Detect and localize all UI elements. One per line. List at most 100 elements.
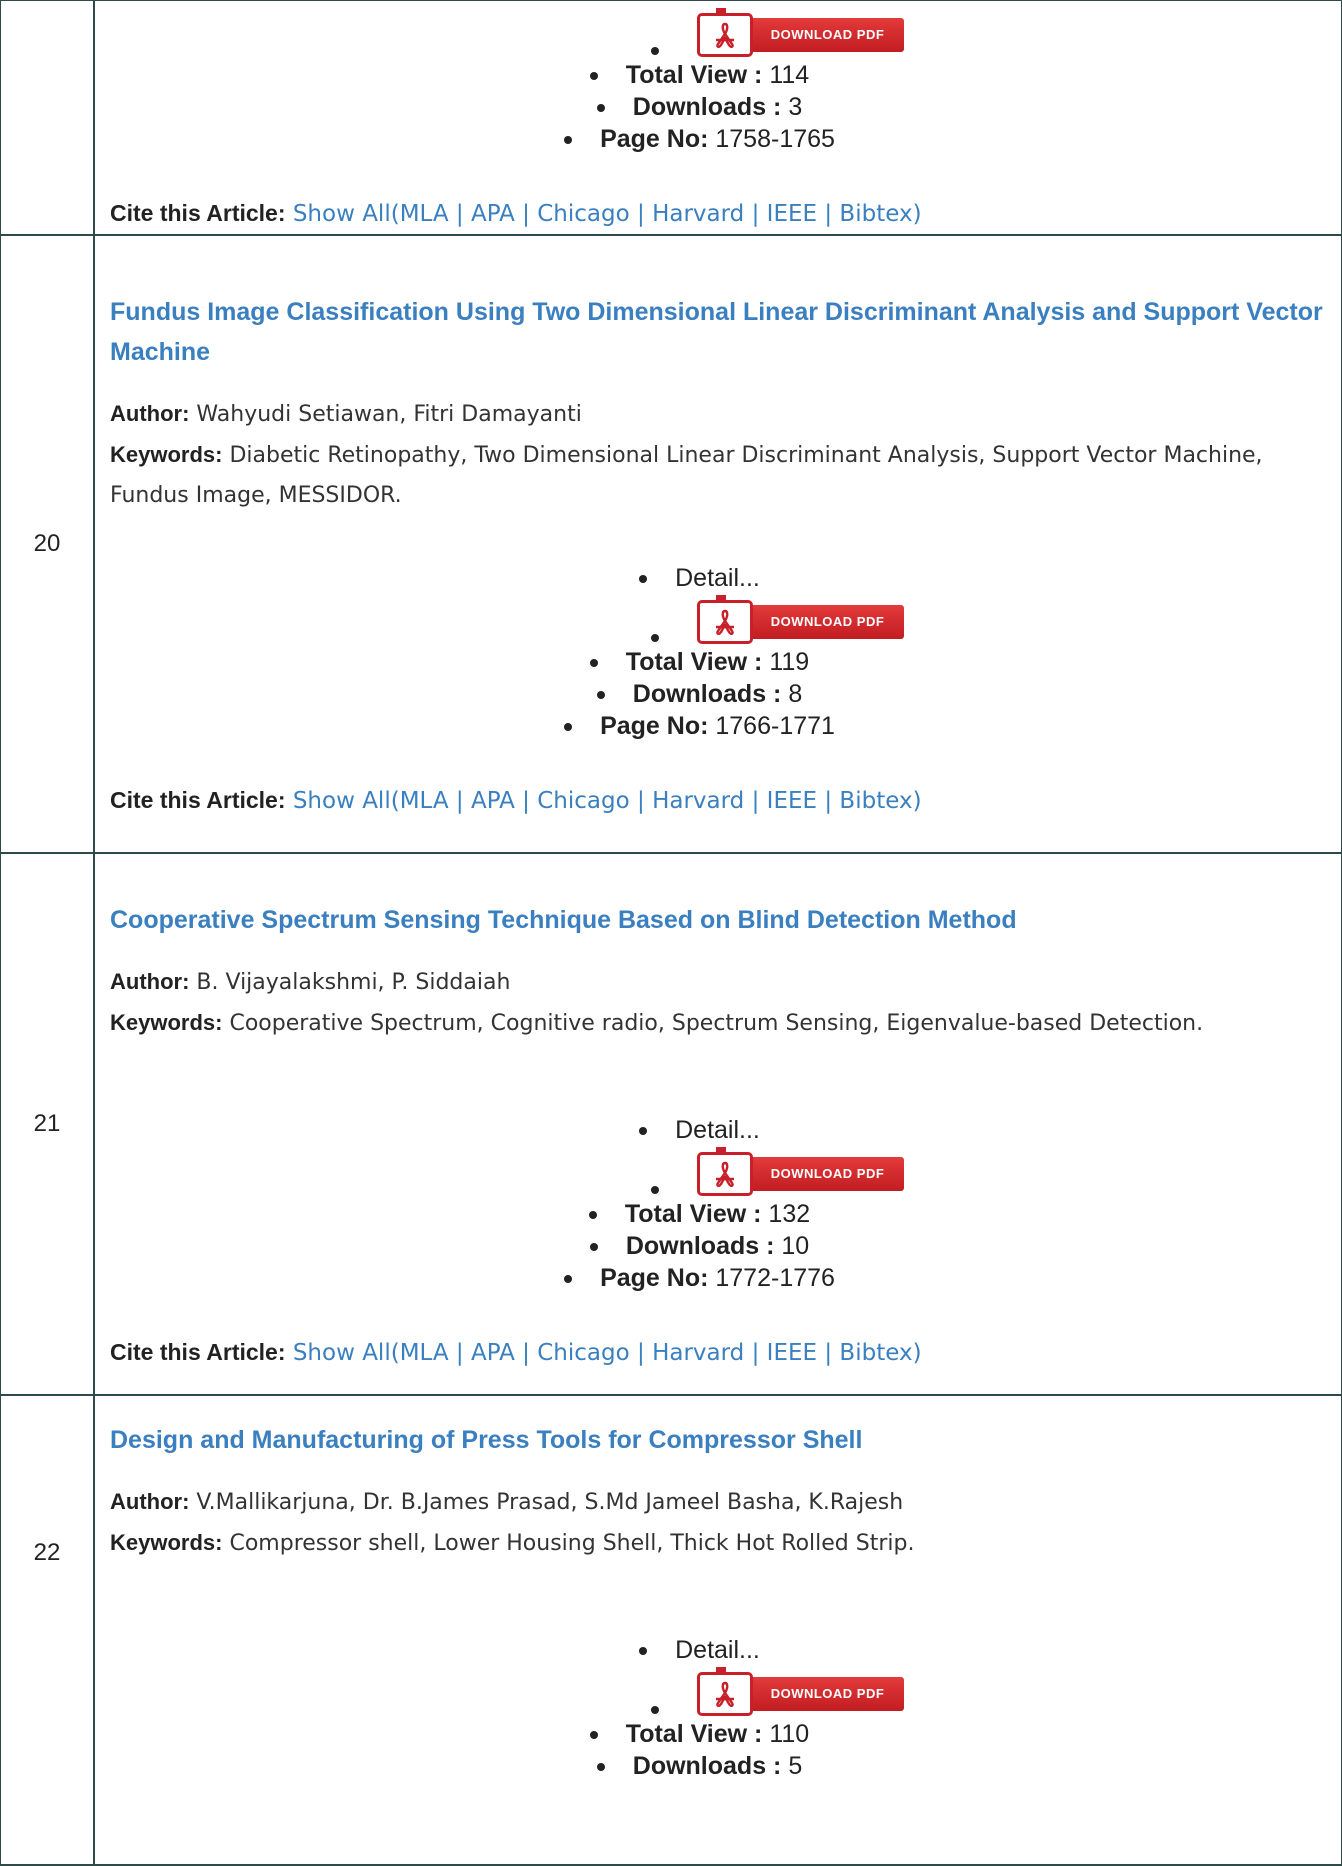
cite-separator: |	[744, 787, 767, 814]
total-view-label: Total View :	[625, 647, 763, 676]
download-pdf-item: DOWNLOAD PDF	[110, 1146, 1325, 1198]
cite-apa-link[interactable]: APA	[471, 1340, 515, 1366]
author-value: V.Mallikarjuna, Dr. B.James Prasad, S.Md…	[196, 1490, 904, 1515]
article-keywords: Keywords: Compressor shell, Lower Housin…	[110, 1523, 1325, 1564]
downloads-value: 10	[781, 1231, 810, 1260]
article-actions: Detail... DOWNLOAD PDF Total View : 110 …	[110, 1634, 1325, 1782]
total-view-label: Total View :	[624, 1199, 762, 1228]
cite-apa-link[interactable]: APA	[471, 788, 515, 814]
total-view-value: 132	[768, 1199, 811, 1228]
author-value: B. Vijayalakshmi, P. Siddaiah	[196, 969, 511, 995]
download-pdf-button[interactable]: DOWNLOAD PDF	[697, 1667, 904, 1716]
page-no-item: Page No: 1766-1771	[110, 710, 1325, 742]
detail-link[interactable]: Detail...	[639, 562, 760, 594]
article-actions: DOWNLOAD PDF Total View : 114 Downloads …	[110, 7, 1325, 155]
cite-label: Cite this Article:	[110, 786, 286, 813]
cite-show-all-link[interactable]: Show All	[293, 201, 391, 227]
cite-ieee-link[interactable]: IEEE	[767, 788, 817, 814]
cite-harvard-link[interactable]: Harvard	[652, 1340, 744, 1366]
downloads-label: Downloads :	[632, 679, 782, 708]
cite-show-all-link[interactable]: Show All	[293, 1340, 391, 1366]
total-view-label: Total View :	[625, 1720, 763, 1748]
cite-chicago-link[interactable]: Chicago	[537, 1340, 629, 1366]
cite-bibtex-link[interactable]: Bibtex	[839, 788, 912, 814]
article-title-link[interactable]: Fundus Image Classification Using Two Di…	[110, 292, 1325, 372]
detail-item: Detail...	[110, 562, 1325, 594]
downloads-item: Downloads : 5	[110, 1750, 1325, 1782]
page-no-label: Page No:	[600, 1263, 709, 1292]
cite-ieee-link[interactable]: IEEE	[767, 201, 817, 227]
cite-ieee-link[interactable]: IEEE	[767, 1340, 817, 1366]
articles-table: DOWNLOAD PDF Total View : 114 Downloads …	[0, 0, 1342, 1866]
cite-separator: |	[514, 1339, 538, 1366]
download-pdf-button[interactable]: DOWNLOAD PDF	[697, 594, 904, 644]
article-actions: Detail... DOWNLOAD PDF Total View : 119 …	[110, 562, 1325, 742]
downloads-value: 3	[788, 93, 803, 121]
keywords-label: Keywords:	[110, 441, 223, 467]
total-view-value: 119	[769, 647, 810, 676]
cite-bibtex-link[interactable]: Bibtex	[839, 201, 912, 227]
cite-chicago-link[interactable]: Chicago	[537, 201, 629, 227]
article-number: 20	[0, 234, 95, 854]
cite-chicago-link[interactable]: Chicago	[537, 788, 629, 814]
article-row: DOWNLOAD PDF Total View : 114 Downloads …	[0, 0, 1342, 236]
article-actions: Detail... DOWNLOAD PDF Total View : 132 …	[110, 1114, 1325, 1294]
cite-separator: |	[629, 1339, 653, 1366]
article-number: 21	[0, 852, 95, 1396]
bullet-icon	[651, 1706, 659, 1714]
cite-separator: |	[448, 201, 471, 227]
cite-mla-link[interactable]: MLA	[400, 1340, 449, 1366]
cite-paren-close: )	[912, 1339, 922, 1366]
cite-separator: |	[744, 201, 767, 227]
downloads-label: Downloads :	[632, 93, 782, 121]
cite-paren-close: )	[912, 787, 922, 814]
article-number: 22	[0, 1394, 95, 1866]
cite-separator: |	[448, 787, 471, 814]
page-no-value: 1766-1771	[715, 711, 835, 740]
page-no-value: 1772-1776	[715, 1263, 835, 1292]
article-authors: Author: V.Mallikarjuna, Dr. B.James Pras…	[110, 1482, 1325, 1523]
detail-item: Detail...	[110, 1114, 1325, 1146]
author-label: Author:	[110, 1489, 190, 1514]
cite-label: Cite this Article:	[110, 1338, 286, 1365]
page-no-value: 1758-1765	[715, 125, 835, 153]
cite-article: Cite this Article: Show All(MLA | APA | …	[110, 193, 1325, 234]
detail-link[interactable]: Detail...	[639, 1634, 760, 1666]
detail-link[interactable]: Detail...	[639, 1114, 760, 1146]
cite-harvard-link[interactable]: Harvard	[652, 788, 744, 814]
article-content: DOWNLOAD PDF Total View : 114 Downloads …	[93, 0, 1342, 236]
downloads-value: 5	[788, 1752, 803, 1780]
article-content: Fundus Image Classification Using Two Di…	[93, 234, 1342, 854]
cite-separator: |	[744, 1339, 767, 1366]
keywords-label: Keywords:	[110, 1009, 223, 1035]
cite-bibtex-link[interactable]: Bibtex	[839, 1340, 912, 1366]
downloads-item: Downloads : 10	[110, 1230, 1325, 1262]
cite-harvard-link[interactable]: Harvard	[652, 201, 744, 227]
article-row: 22 Design and Manufacturing of Press Too…	[0, 1394, 1342, 1866]
total-view-value: 114	[769, 61, 810, 89]
cite-paren-close: )	[912, 201, 922, 227]
author-value: Wahyudi Setiawan, Fitri Damayanti	[196, 401, 582, 427]
keywords-label: Keywords:	[110, 1530, 223, 1555]
author-label: Author:	[110, 968, 190, 994]
cite-separator: |	[817, 787, 840, 814]
cite-mla-link[interactable]: MLA	[400, 788, 449, 814]
download-pdf-button[interactable]: DOWNLOAD PDF	[697, 1146, 904, 1196]
bullet-icon	[651, 1185, 659, 1194]
article-title-link[interactable]: Design and Manufacturing of Press Tools …	[110, 1420, 1325, 1460]
cite-separator: |	[629, 787, 653, 814]
download-pdf-button[interactable]: DOWNLOAD PDF	[697, 8, 904, 57]
cite-apa-link[interactable]: APA	[471, 201, 515, 227]
downloads-value: 8	[788, 679, 803, 708]
article-keywords: Keywords: Diabetic Retinopathy, Two Dime…	[110, 435, 1325, 516]
cite-mla-link[interactable]: MLA	[400, 201, 449, 227]
total-view-item: Total View : 114	[110, 59, 1325, 91]
cite-separator: |	[514, 201, 538, 227]
cite-paren-open: (	[390, 201, 400, 227]
cite-separator: |	[817, 201, 840, 227]
keywords-value: Compressor shell, Lower Housing Shell, T…	[229, 1531, 915, 1556]
article-content: Cooperative Spectrum Sensing Technique B…	[93, 852, 1342, 1396]
download-pdf-label: DOWNLOAD PDF	[751, 1156, 904, 1191]
article-title-link[interactable]: Cooperative Spectrum Sensing Technique B…	[110, 900, 1325, 940]
cite-show-all-link[interactable]: Show All	[293, 788, 391, 814]
